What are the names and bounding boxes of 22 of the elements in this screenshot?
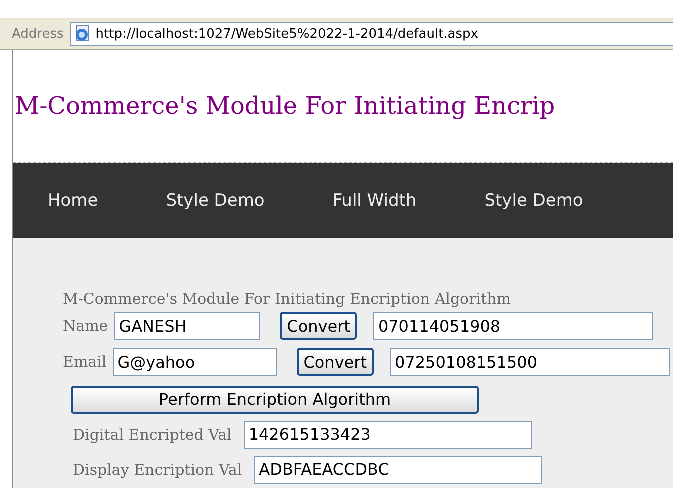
field-label: Email bbox=[63, 353, 107, 371]
nav-link[interactable]: Full Width bbox=[332, 190, 417, 210]
result-field[interactable]: 07250108151500 bbox=[390, 348, 670, 376]
output-field[interactable]: ADBFAEACCDBC bbox=[254, 456, 542, 484]
nav-link[interactable]: Style Demo bbox=[484, 190, 584, 210]
form-heading: M-Commerce's Module For Initiating Encription Algorithm bbox=[63, 290, 512, 308]
address-label: Address bbox=[12, 26, 64, 42]
field-label: Name bbox=[63, 317, 108, 335]
site-title: M-Commerce's Module For Initiating Encrip bbox=[15, 92, 556, 120]
field-label: Digital Encripted Val bbox=[73, 426, 232, 444]
browser-icon bbox=[74, 25, 92, 43]
address-field[interactable]: http://localhost:1027/WebSite5%2022-1-2014/default.aspx bbox=[70, 22, 673, 46]
result-field[interactable]: 070114051908 bbox=[373, 312, 654, 340]
nav-link[interactable]: Style Demo bbox=[166, 190, 265, 210]
convert-button[interactable]: Convert bbox=[296, 348, 374, 376]
output-field[interactable]: 142615133423 bbox=[244, 420, 532, 448]
input-field[interactable]: G@yahoo bbox=[112, 348, 277, 376]
field-label: Display Encription Val bbox=[73, 460, 242, 478]
input-field[interactable]: GANESH bbox=[114, 312, 260, 340]
convert-button[interactable]: Convert bbox=[280, 312, 358, 340]
nav-link[interactable]: Home bbox=[48, 190, 98, 210]
perform-button[interactable]: Perform Encription Algorithm bbox=[71, 386, 479, 414]
